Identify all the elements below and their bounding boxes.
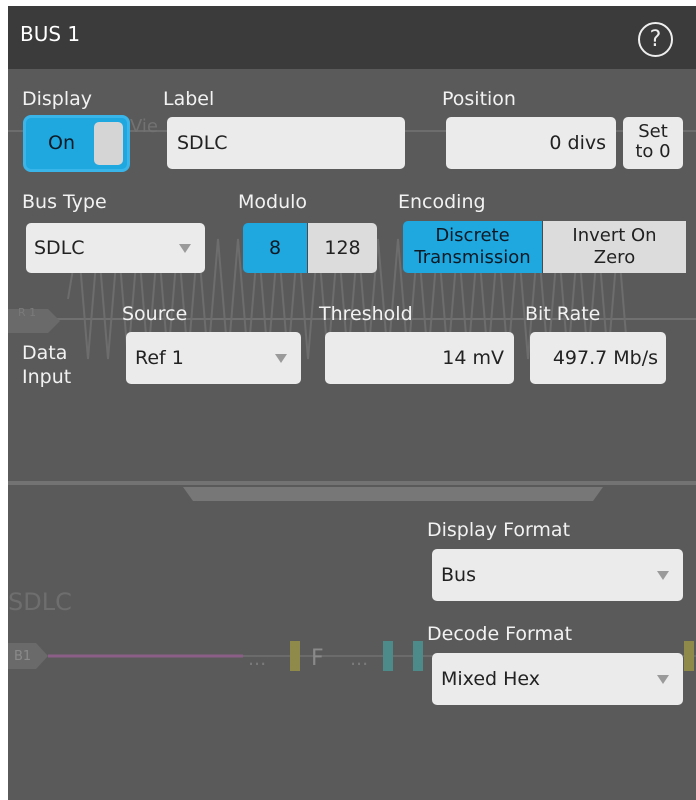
encoding-option-invert-on-zero[interactable]: Invert On Zero xyxy=(543,221,686,273)
chevron-down-icon xyxy=(179,244,191,253)
encoding-selector[interactable]: Discrete Transmission Invert On Zero xyxy=(403,221,696,273)
data-input-label-line2: Input xyxy=(22,366,72,388)
threshold-value: 14 mV xyxy=(442,347,504,369)
background-ghost-title: SDLC xyxy=(8,588,72,616)
threshold-input[interactable]: 14 mV xyxy=(325,332,514,384)
chevron-down-icon xyxy=(275,354,287,363)
set-to-zero-line2: to 0 xyxy=(635,141,671,162)
source-value: Ref 1 xyxy=(135,347,184,369)
display-format-value: Bus xyxy=(441,564,476,586)
bit-rate-label: Bit Rate xyxy=(525,303,601,325)
chevron-down-icon xyxy=(657,571,669,580)
modulo-label: Modulo xyxy=(238,191,308,213)
background-ghost-dots-2: ... xyxy=(350,648,369,670)
encoding-option1-line1: Discrete xyxy=(435,225,510,246)
set-to-zero-line1: Set xyxy=(638,121,668,142)
data-input-label-line1: Data xyxy=(22,342,68,364)
encoding-option2-line1: Invert On xyxy=(572,225,657,246)
help-icon[interactable]: ? xyxy=(638,22,673,57)
label-input[interactable]: SDLC xyxy=(167,117,405,169)
set-to-zero-button[interactable]: Set to 0 xyxy=(623,117,683,169)
encoding-option-discrete-transmission[interactable]: Discrete Transmission xyxy=(403,221,543,273)
source-label: Source xyxy=(122,303,188,325)
label-input-value: SDLC xyxy=(177,132,228,154)
panel-header: BUS 1 ? xyxy=(8,6,696,69)
bus-config-panel: SDLC R 1 B1 Vie ... F ... BUS 1 ? Displa… xyxy=(8,6,696,800)
label-label: Label xyxy=(163,88,215,110)
encoding-option1-line2: Transmission xyxy=(414,247,531,268)
background-r1-badge: R 1 xyxy=(18,306,37,319)
source-dropdown[interactable]: Ref 1 xyxy=(126,332,301,384)
display-toggle-knob xyxy=(94,122,123,165)
background-ghost-view: Vie xyxy=(130,116,158,137)
position-input[interactable]: 0 divs xyxy=(446,117,616,169)
chevron-down-icon xyxy=(657,675,669,684)
display-toggle-text: On xyxy=(48,132,75,154)
display-label: Display xyxy=(22,88,93,110)
display-format-label: Display Format xyxy=(427,519,571,541)
bus-type-label: Bus Type xyxy=(22,191,107,213)
encoding-option2-line2: Zero xyxy=(593,247,636,268)
decode-format-dropdown[interactable]: Mixed Hex xyxy=(432,653,683,705)
threshold-label: Threshold xyxy=(319,303,413,325)
background-ghost-dots-1: ... xyxy=(248,648,267,670)
decode-format-label: Decode Format xyxy=(427,623,573,645)
modulo-selector[interactable]: 8 128 xyxy=(243,223,377,273)
background-ghost-f: F xyxy=(311,646,324,671)
bit-rate-value: 497.7 Mb/s xyxy=(552,347,658,369)
display-toggle[interactable]: On xyxy=(23,115,130,172)
display-format-dropdown[interactable]: Bus xyxy=(432,549,683,601)
bit-rate-input[interactable]: 497.7 Mb/s xyxy=(530,332,666,384)
bus-type-dropdown[interactable]: SDLC xyxy=(26,223,205,273)
bus-type-value: SDLC xyxy=(34,237,85,259)
modulo-option-128[interactable]: 128 xyxy=(308,223,377,273)
modulo-option-8[interactable]: 8 xyxy=(243,223,308,273)
panel-title: BUS 1 xyxy=(20,22,81,46)
background-b1-badge: B1 xyxy=(14,649,32,664)
encoding-label: Encoding xyxy=(398,191,486,213)
position-input-value: 0 divs xyxy=(549,132,606,154)
position-label: Position xyxy=(442,88,516,110)
decode-format-value: Mixed Hex xyxy=(441,668,541,690)
